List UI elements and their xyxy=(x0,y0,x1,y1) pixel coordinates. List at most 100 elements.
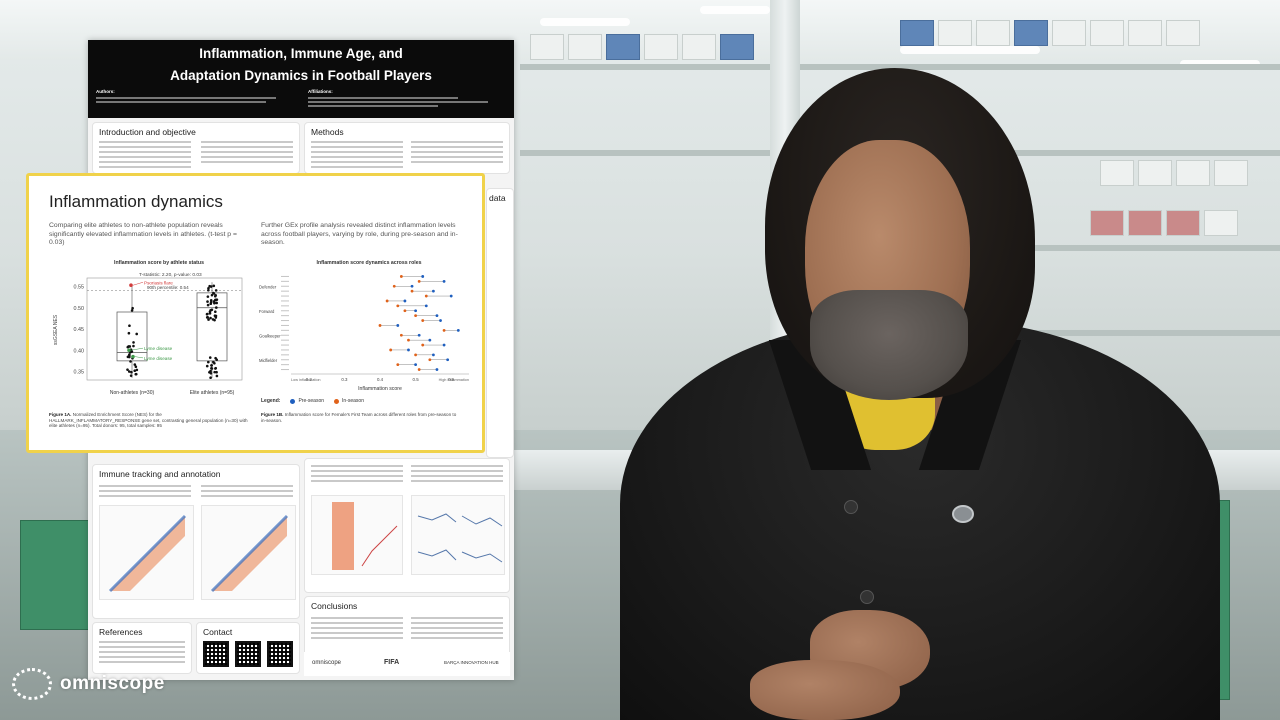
in-season-point xyxy=(428,358,432,362)
data-point xyxy=(133,369,137,372)
x-tick-label: 0.5 xyxy=(413,377,420,382)
lapel-pin xyxy=(952,505,974,523)
in-season-point xyxy=(396,363,400,367)
poster-title-line1: Inflammation, Immune Age, and xyxy=(199,46,403,61)
jacket-button xyxy=(860,590,874,604)
role-label: Midfielder xyxy=(259,358,278,363)
data-point xyxy=(209,316,212,320)
data-point xyxy=(206,303,210,307)
data-point xyxy=(210,364,213,367)
data-point xyxy=(130,309,134,312)
pre-season-point xyxy=(421,275,425,278)
highlight-point xyxy=(131,354,135,359)
data-point xyxy=(135,332,138,336)
data-point xyxy=(212,300,216,303)
in-season-point xyxy=(399,275,403,278)
data-point xyxy=(128,324,131,328)
green-bin xyxy=(20,520,90,630)
data-point xyxy=(207,360,210,364)
contact-heading: Contact xyxy=(203,627,233,637)
legend-label: Legend: xyxy=(261,398,281,404)
annotation-psoriasis: Psoriasis flare xyxy=(144,280,173,285)
affiliations-label: Affiliations: xyxy=(308,89,333,94)
fifa-logo: FIFA xyxy=(384,659,400,666)
omniscope-watermark: omniscope xyxy=(12,668,165,700)
y-tick-label: 0.35 xyxy=(74,370,85,376)
data-point xyxy=(214,289,218,292)
in-season-point xyxy=(407,338,410,342)
highlight-point xyxy=(127,348,131,353)
pre-season-point xyxy=(449,294,453,298)
left-chart-title: Inflammation score by athlete status xyxy=(114,260,204,266)
intro-heading: Introduction and objective xyxy=(99,127,196,137)
role-label: Goalkeeper xyxy=(259,333,281,338)
data-point xyxy=(211,318,215,321)
in-season-point xyxy=(396,304,400,308)
data-point xyxy=(213,361,216,365)
pre-season-point xyxy=(428,338,432,342)
in-season-point xyxy=(378,324,382,327)
barca-logo: BARÇA INNOVATION HUB xyxy=(444,660,499,665)
pre-season-point xyxy=(456,328,460,332)
highlight-point xyxy=(129,283,133,288)
data-point xyxy=(128,345,132,348)
annotation-lyme: Lyme disease xyxy=(144,346,173,351)
in-season-point xyxy=(421,319,425,322)
pre-season-point xyxy=(414,309,417,313)
x-axis-low-label: Low inflammation xyxy=(291,378,321,382)
qr-code-icon[interactable] xyxy=(203,641,229,667)
data-point xyxy=(132,344,135,348)
ceiling-light xyxy=(900,46,1040,54)
pre-season-point xyxy=(432,289,435,293)
data-point xyxy=(134,365,138,369)
ceiling-light xyxy=(540,18,630,26)
inflammation-callout: Inflammation dynamics Comparing elite at… xyxy=(26,173,485,453)
y-tick-label: 0.45 xyxy=(74,327,85,333)
poster-header: Inflammation, Immune Age, and Adaptation… xyxy=(88,40,514,118)
pre-season-point xyxy=(417,333,421,337)
data-point xyxy=(213,294,217,298)
right-figure-caption: Figure 1B. Inflammation score for Female… xyxy=(261,412,457,423)
y-tick-label: 0.50 xyxy=(74,306,85,312)
ceiling-light xyxy=(700,6,770,14)
qr-code-icon[interactable] xyxy=(235,641,261,667)
data-point xyxy=(215,370,218,374)
poster-logos: omniscope FIFA BARÇA INNOVATION HUB xyxy=(304,652,510,676)
data-point xyxy=(205,364,209,368)
data-point xyxy=(126,355,130,359)
results-section xyxy=(304,458,510,593)
percentile-label: 90th percentile: 0.54 xyxy=(147,285,189,290)
poster-affiliations: Affiliations: xyxy=(308,89,498,107)
in-season-point xyxy=(414,314,417,318)
omniscope-logo-icon xyxy=(12,668,52,700)
brand-name: omniscope xyxy=(60,673,165,694)
data-point xyxy=(131,306,134,310)
poster-authors: Authors: xyxy=(96,89,286,103)
data-heading: data xyxy=(489,193,506,203)
hand xyxy=(750,660,900,720)
pre-season-point xyxy=(432,353,435,357)
data-point xyxy=(134,372,138,376)
data-point xyxy=(132,341,135,344)
data-point xyxy=(129,374,133,377)
y-tick-label: 0.40 xyxy=(74,348,85,354)
data-point xyxy=(215,374,219,378)
data-point xyxy=(130,370,133,374)
data-point xyxy=(208,356,212,359)
y-tick-label: 0.55 xyxy=(74,285,85,291)
references-heading: References xyxy=(99,627,143,637)
data-point xyxy=(127,370,131,373)
data-point xyxy=(207,288,210,292)
qr-code-icon[interactable] xyxy=(267,641,293,667)
beard xyxy=(810,290,968,400)
line-plot-thumbnail xyxy=(411,495,505,575)
data-point xyxy=(127,331,131,335)
methods-section: Methods xyxy=(304,122,510,174)
data-point xyxy=(206,316,209,319)
right-chart-legend: Legend: Pre-season In-season xyxy=(261,398,364,404)
immune-tracking-section: Immune tracking and annotation xyxy=(92,464,300,619)
pre-season-point xyxy=(435,314,439,318)
references-section: References xyxy=(92,622,192,674)
data-point xyxy=(209,308,212,312)
in-season-point xyxy=(417,368,421,371)
